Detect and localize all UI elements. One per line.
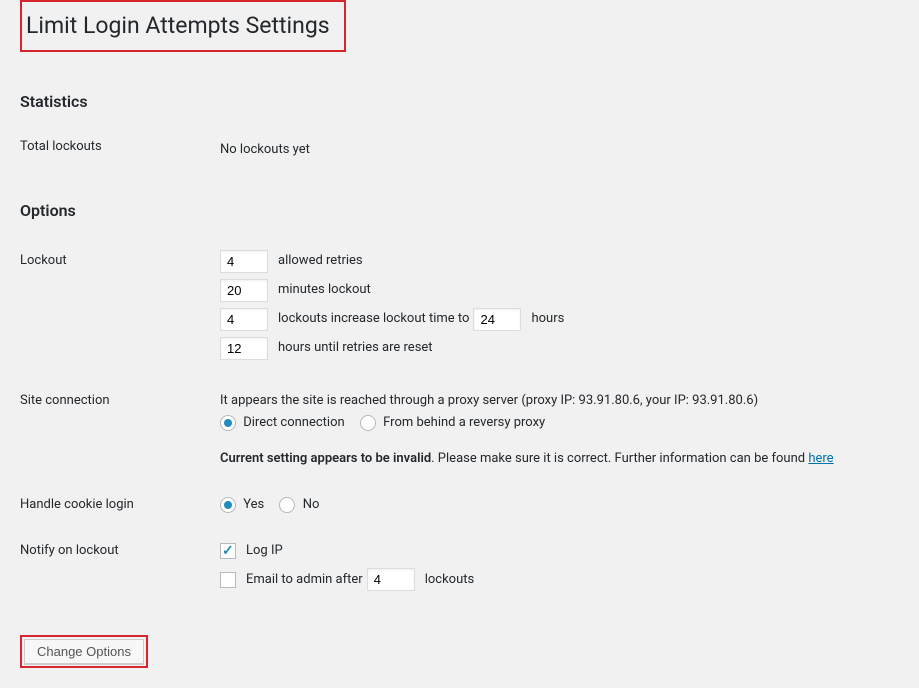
site-connection-label: Site connection <box>20 378 220 482</box>
email-before-text: Email to admin after <box>246 569 363 591</box>
handle-cookie-label: Handle cookie login <box>20 482 220 528</box>
connection-warning: Current setting appears to be invalid. P… <box>220 448 889 470</box>
cookie-no-option[interactable]: No <box>279 497 319 512</box>
allowed-retries-text: allowed retries <box>278 250 363 272</box>
direct-connection-radio[interactable] <box>220 415 236 431</box>
hours-reset-input[interactable] <box>220 337 268 360</box>
proxy-connection-radio[interactable] <box>360 415 376 431</box>
change-options-button[interactable]: Change Options <box>24 639 144 664</box>
email-lockouts-input[interactable] <box>367 568 415 591</box>
cookie-yes-option[interactable]: Yes <box>220 497 267 512</box>
direct-connection-option[interactable]: Direct connection <box>220 415 348 430</box>
lockouts-increase-before-text: lockouts increase lockout time to <box>278 308 469 330</box>
total-lockouts-label: Total lockouts <box>20 129 220 181</box>
log-ip-checkbox[interactable] <box>220 543 236 559</box>
cookie-yes-radio[interactable] <box>220 497 236 513</box>
statistics-heading: Statistics <box>20 92 899 111</box>
proxy-info-text: It appears the site is reached through a… <box>220 390 889 412</box>
direct-connection-label: Direct connection <box>243 415 344 430</box>
options-heading: Options <box>20 201 899 220</box>
log-ip-label: Log IP <box>246 540 283 562</box>
cookie-yes-label: Yes <box>243 497 264 512</box>
minutes-lockout-input[interactable] <box>220 279 268 302</box>
warning-bold-text: Current setting appears to be invalid <box>220 451 431 466</box>
lockout-label: Lockout <box>20 238 220 378</box>
cookie-no-label: No <box>303 497 320 512</box>
lockouts-increase-after-text: hours <box>531 308 564 330</box>
warning-link[interactable]: here <box>808 451 833 466</box>
options-table: Lockout allowed retries minutes lockout … <box>20 238 899 609</box>
proxy-connection-option[interactable]: From behind a reversy proxy <box>360 415 545 430</box>
email-after-text: lockouts <box>425 569 475 591</box>
lockouts-increase-hours-input[interactable] <box>473 308 521 331</box>
total-lockouts-value: No lockouts yet <box>220 129 899 181</box>
page-title: Limit Login Attempts Settings <box>26 2 340 50</box>
warning-text: . Please make sure it is correct. Furthe… <box>431 451 808 466</box>
notify-label: Notify on lockout <box>20 528 220 609</box>
email-admin-checkbox[interactable] <box>220 572 236 588</box>
minutes-lockout-text: minutes lockout <box>278 279 371 301</box>
proxy-connection-label: From behind a reversy proxy <box>383 415 545 430</box>
cookie-no-radio[interactable] <box>279 497 295 513</box>
allowed-retries-input[interactable] <box>220 250 268 273</box>
statistics-table: Total lockouts No lockouts yet <box>20 129 899 181</box>
hours-reset-text: hours until retries are reset <box>278 337 433 359</box>
lockouts-increase-input[interactable] <box>220 308 268 331</box>
